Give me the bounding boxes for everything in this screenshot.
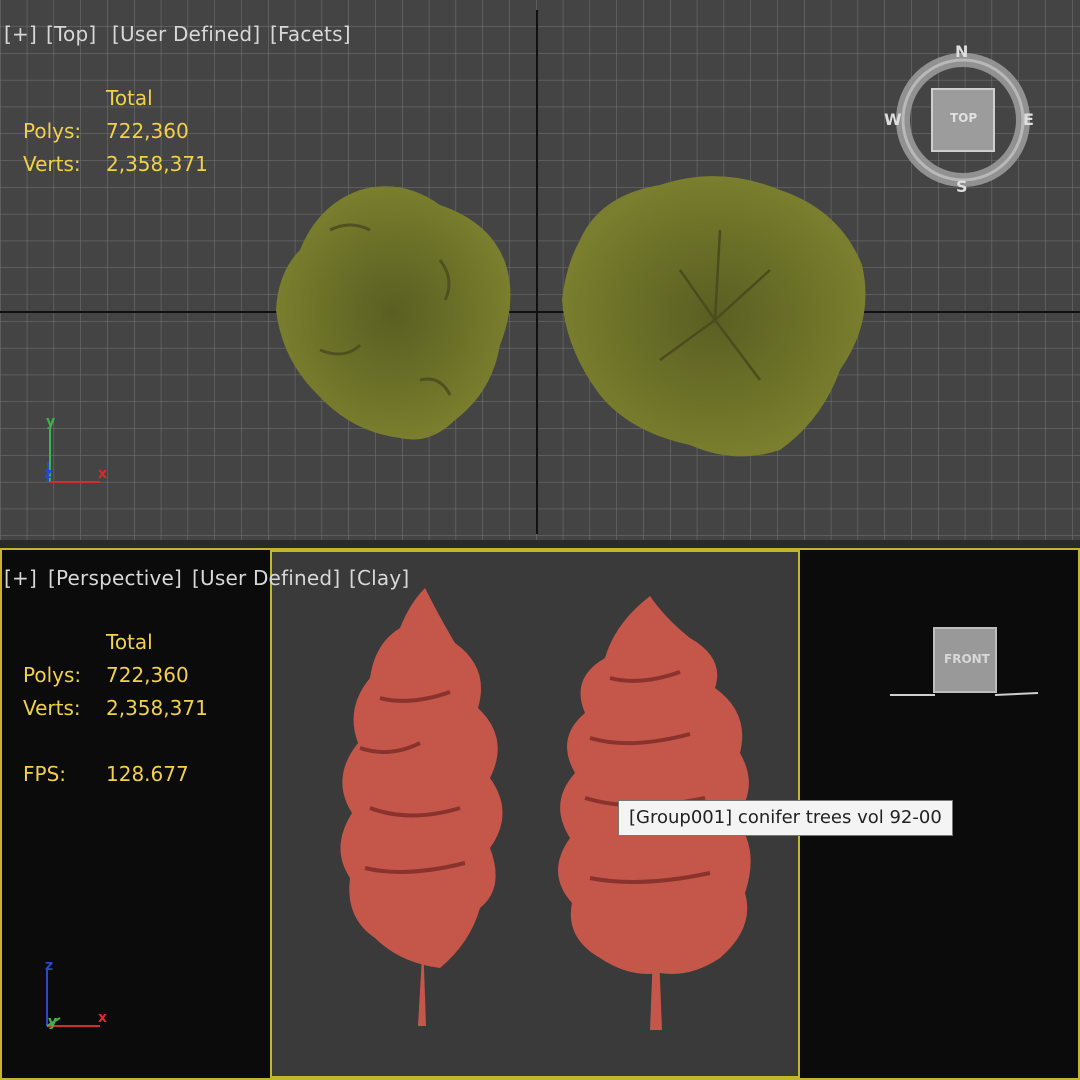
top-viewport-grid <box>0 0 1080 540</box>
axis-z-label: z <box>44 466 53 482</box>
compass-north: N <box>955 42 969 61</box>
viewport-mode-label[interactable]: [User Defined] <box>192 566 340 590</box>
polys-label: Polys: <box>23 119 82 143</box>
fps-value: 128.677 <box>106 762 189 786</box>
viewcube-face-label[interactable]: TOP <box>950 111 977 125</box>
viewport-menu-button[interactable]: [+] <box>4 566 37 590</box>
viewcube-face-label[interactable]: FRONT <box>944 652 990 666</box>
stats-header: Total <box>106 630 153 654</box>
verts-label: Verts: <box>23 696 81 720</box>
verts-label: Verts: <box>23 152 81 176</box>
axis-x-label: x <box>98 1010 108 1026</box>
verts-value: 2,358,371 <box>106 152 208 176</box>
compass-east: E <box>1023 110 1034 129</box>
viewport-shading-label[interactable]: [Facets] <box>270 22 351 46</box>
object-tooltip: [Group001] conifer trees vol 92-00 <box>618 800 953 836</box>
axis-y-label: y <box>46 414 56 430</box>
top-viewport[interactable]: [+] [Top] [User Defined] [Facets] Total … <box>0 0 1080 540</box>
polys-label: Polys: <box>23 663 82 687</box>
viewport-menu-button[interactable]: [+] <box>4 22 37 46</box>
axis-z-label: z <box>45 958 54 974</box>
verts-value: 2,358,371 <box>106 696 208 720</box>
viewport-view-label[interactable]: [Perspective] <box>48 566 182 590</box>
compass-south: S <box>956 177 968 196</box>
axis-x-label: x <box>98 466 108 482</box>
axis-y-label: y <box>48 1014 58 1030</box>
polys-value: 722,360 <box>106 119 189 143</box>
viewport-mode-label[interactable]: [User Defined] <box>112 22 260 46</box>
viewport-shading-label[interactable]: [Clay] <box>349 566 409 590</box>
viewport-view-label[interactable]: [Top] <box>46 22 96 46</box>
compass-west: W <box>884 110 902 129</box>
viewport-divider[interactable] <box>0 540 1080 548</box>
fps-label: FPS: <box>23 762 66 786</box>
polys-value: 722,360 <box>106 663 189 687</box>
stats-header: Total <box>106 86 153 110</box>
